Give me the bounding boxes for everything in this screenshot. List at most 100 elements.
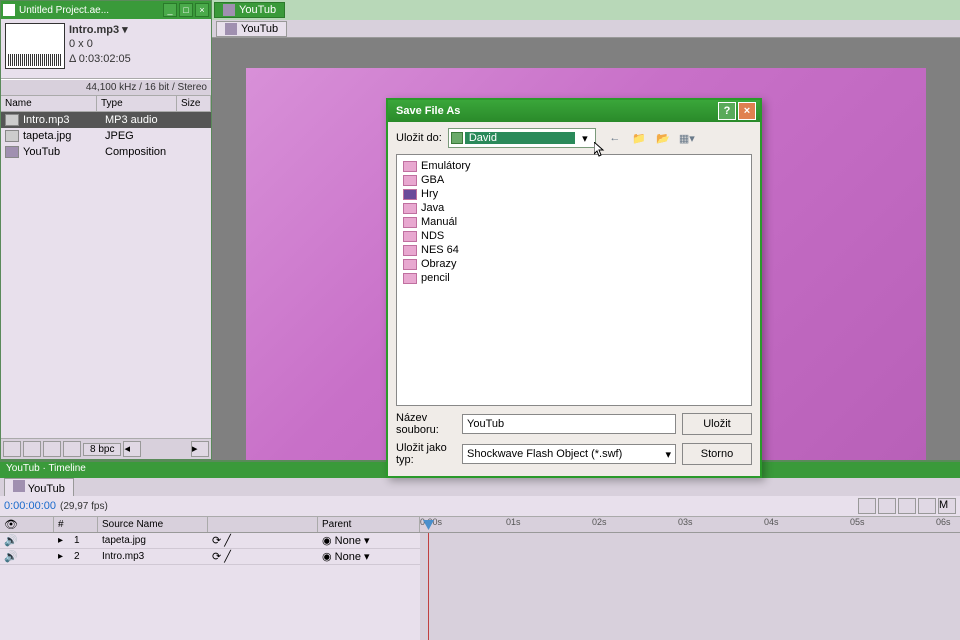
col-source[interactable]: Source Name: [98, 517, 208, 532]
folder-item[interactable]: NES 64: [401, 243, 747, 257]
folder-name: NES 64: [421, 244, 459, 256]
timeline-tab[interactable]: YouTub: [4, 478, 74, 497]
project-bottom-toolbar: 8 bpc ◂ ▸: [1, 438, 211, 459]
folder-name: Hry: [421, 188, 438, 200]
cancel-button[interactable]: Storno: [682, 443, 752, 465]
mode-toggle[interactable]: ⟳ ╱: [212, 534, 231, 547]
back-icon[interactable]: ←: [606, 129, 624, 147]
project-title: Untitled Project.ae...: [17, 5, 161, 16]
mode-toggle[interactable]: ⟳ ╱: [212, 550, 231, 563]
chevron-down-icon[interactable]: ▾: [577, 132, 593, 145]
folder-icon: [403, 175, 417, 186]
folder-name: NDS: [421, 230, 444, 242]
audio-icon[interactable]: 🔊: [4, 534, 18, 547]
file-icon: [5, 130, 19, 142]
composition-window-tab[interactable]: YouTub: [214, 2, 285, 18]
prev-button[interactable]: ◂: [123, 441, 141, 457]
drive-icon: [451, 132, 463, 144]
maximize-button[interactable]: □: [179, 3, 193, 17]
location-selected: David: [465, 132, 575, 144]
folder-button[interactable]: [3, 441, 21, 457]
time-mark: 02s: [592, 517, 607, 527]
folder-item[interactable]: Obrazy: [401, 257, 747, 271]
folder-icon: [403, 231, 417, 242]
chevron-down-icon[interactable]: ▾: [665, 448, 671, 461]
time-mark: 06s: [936, 517, 951, 527]
new-comp-button[interactable]: [23, 441, 41, 457]
clip-duration: Δ 0:03:02:05: [69, 52, 131, 66]
up-folder-icon[interactable]: 📁: [630, 129, 648, 147]
folder-item[interactable]: Hry: [401, 187, 747, 201]
tl-tool-2[interactable]: [878, 498, 896, 514]
folder-name: GBA: [421, 174, 444, 186]
folder-name: Java: [421, 202, 444, 214]
tl-tool-5[interactable]: M: [938, 498, 956, 514]
layer-name: Intro.mp3: [98, 549, 208, 564]
clip-dims: 0 x 0: [69, 37, 131, 51]
save-in-label: Uložit do:: [396, 132, 442, 144]
time-mark: 03s: [678, 517, 693, 527]
trash-button[interactable]: [63, 441, 81, 457]
clip-preview: Intro.mp3 ▾ 0 x 0 Δ 0:03:02:05: [1, 19, 211, 79]
next-button[interactable]: ▸: [191, 441, 209, 457]
minimize-button[interactable]: _: [163, 3, 177, 17]
folder-list[interactable]: Emulátory GBA Hry JavaManuálNDS NES 64Obrazy…: [396, 154, 752, 406]
filename-label: Název souboru:: [396, 412, 456, 436]
file-row[interactable]: tapeta.jpgJPEG: [1, 128, 211, 144]
save-button[interactable]: Uložit: [682, 413, 752, 435]
filename-input[interactable]: [462, 414, 676, 434]
folder-icon: [403, 259, 417, 270]
time-mark: 04s: [764, 517, 779, 527]
layer-row[interactable]: 🔊▸2Intro.mp3⟳ ╱◉ None ▾: [0, 549, 420, 565]
folder-item[interactable]: pencil: [401, 271, 747, 285]
file-name: Intro.mp3: [23, 114, 101, 126]
folder-icon: [403, 273, 417, 284]
filetype-value: Shockwave Flash Object (*.swf): [467, 448, 622, 460]
tl-tool-1[interactable]: [858, 498, 876, 514]
col-name[interactable]: Name: [1, 96, 97, 111]
folder-icon: [403, 189, 417, 200]
folder-item[interactable]: GBA: [401, 173, 747, 187]
layer-row[interactable]: 🔊▸1tapeta.jpg⟳ ╱◉ None ▾: [0, 533, 420, 549]
tl-tool-3[interactable]: [898, 498, 916, 514]
playhead[interactable]: [428, 533, 429, 640]
folder-item[interactable]: Manuál: [401, 215, 747, 229]
time-mark: 05s: [850, 517, 865, 527]
folder-item[interactable]: Emulátory: [401, 159, 747, 173]
filetype-dropdown[interactable]: Shockwave Flash Object (*.swf) ▾: [462, 444, 676, 464]
parent-dropdown[interactable]: ◉ None ▾: [322, 550, 370, 563]
timecode[interactable]: 0:00:00:00: [4, 500, 56, 512]
col-type[interactable]: Type: [97, 96, 177, 111]
filetype-label: Uložit jako typ:: [396, 442, 456, 466]
file-row[interactable]: Intro.mp3 MP3 audio: [1, 112, 211, 128]
format-bar: 44,100 kHz / 16 bit / Stereo: [1, 79, 211, 96]
project-panel: Untitled Project.ae... _ □ × Intro.mp3 ▾…: [0, 0, 212, 460]
clip-name: Intro.mp3 ▾: [69, 23, 131, 37]
folder-item[interactable]: NDS: [401, 229, 747, 243]
view-menu-icon[interactable]: ▦▾: [678, 129, 696, 147]
folder-name: Emulátory: [421, 160, 471, 172]
project-file-list: Name Type Size Intro.mp3 MP3 audio tapeta.…: [1, 96, 211, 438]
bpc-indicator[interactable]: 8 bpc: [83, 443, 121, 456]
close-button[interactable]: ×: [195, 3, 209, 17]
file-type: MP3 audio: [105, 114, 185, 126]
help-button[interactable]: ?: [718, 102, 736, 120]
dialog-title: Save File As: [392, 105, 718, 117]
audio-icon[interactable]: 🔊: [4, 550, 18, 563]
location-dropdown[interactable]: David ▾: [448, 128, 596, 148]
new-folder-button[interactable]: [43, 441, 61, 457]
col-parent[interactable]: Parent: [318, 517, 420, 532]
file-row[interactable]: YouTubComposition: [1, 144, 211, 160]
new-folder-icon[interactable]: 📂: [654, 129, 672, 147]
eye-icon[interactable]: 👁: [4, 518, 18, 531]
file-type: Composition: [105, 146, 185, 158]
inner-comp-tab[interactable]: YouTub: [216, 21, 287, 37]
dialog-titlebar[interactable]: Save File As ? ×: [388, 100, 760, 122]
dialog-close-button[interactable]: ×: [738, 102, 756, 120]
parent-dropdown[interactable]: ◉ None ▾: [322, 534, 370, 547]
tl-tool-4[interactable]: [918, 498, 936, 514]
clip-thumbnail: [5, 23, 65, 69]
col-size[interactable]: Size: [177, 96, 211, 111]
folder-name: pencil: [421, 272, 450, 284]
folder-item[interactable]: Java: [401, 201, 747, 215]
